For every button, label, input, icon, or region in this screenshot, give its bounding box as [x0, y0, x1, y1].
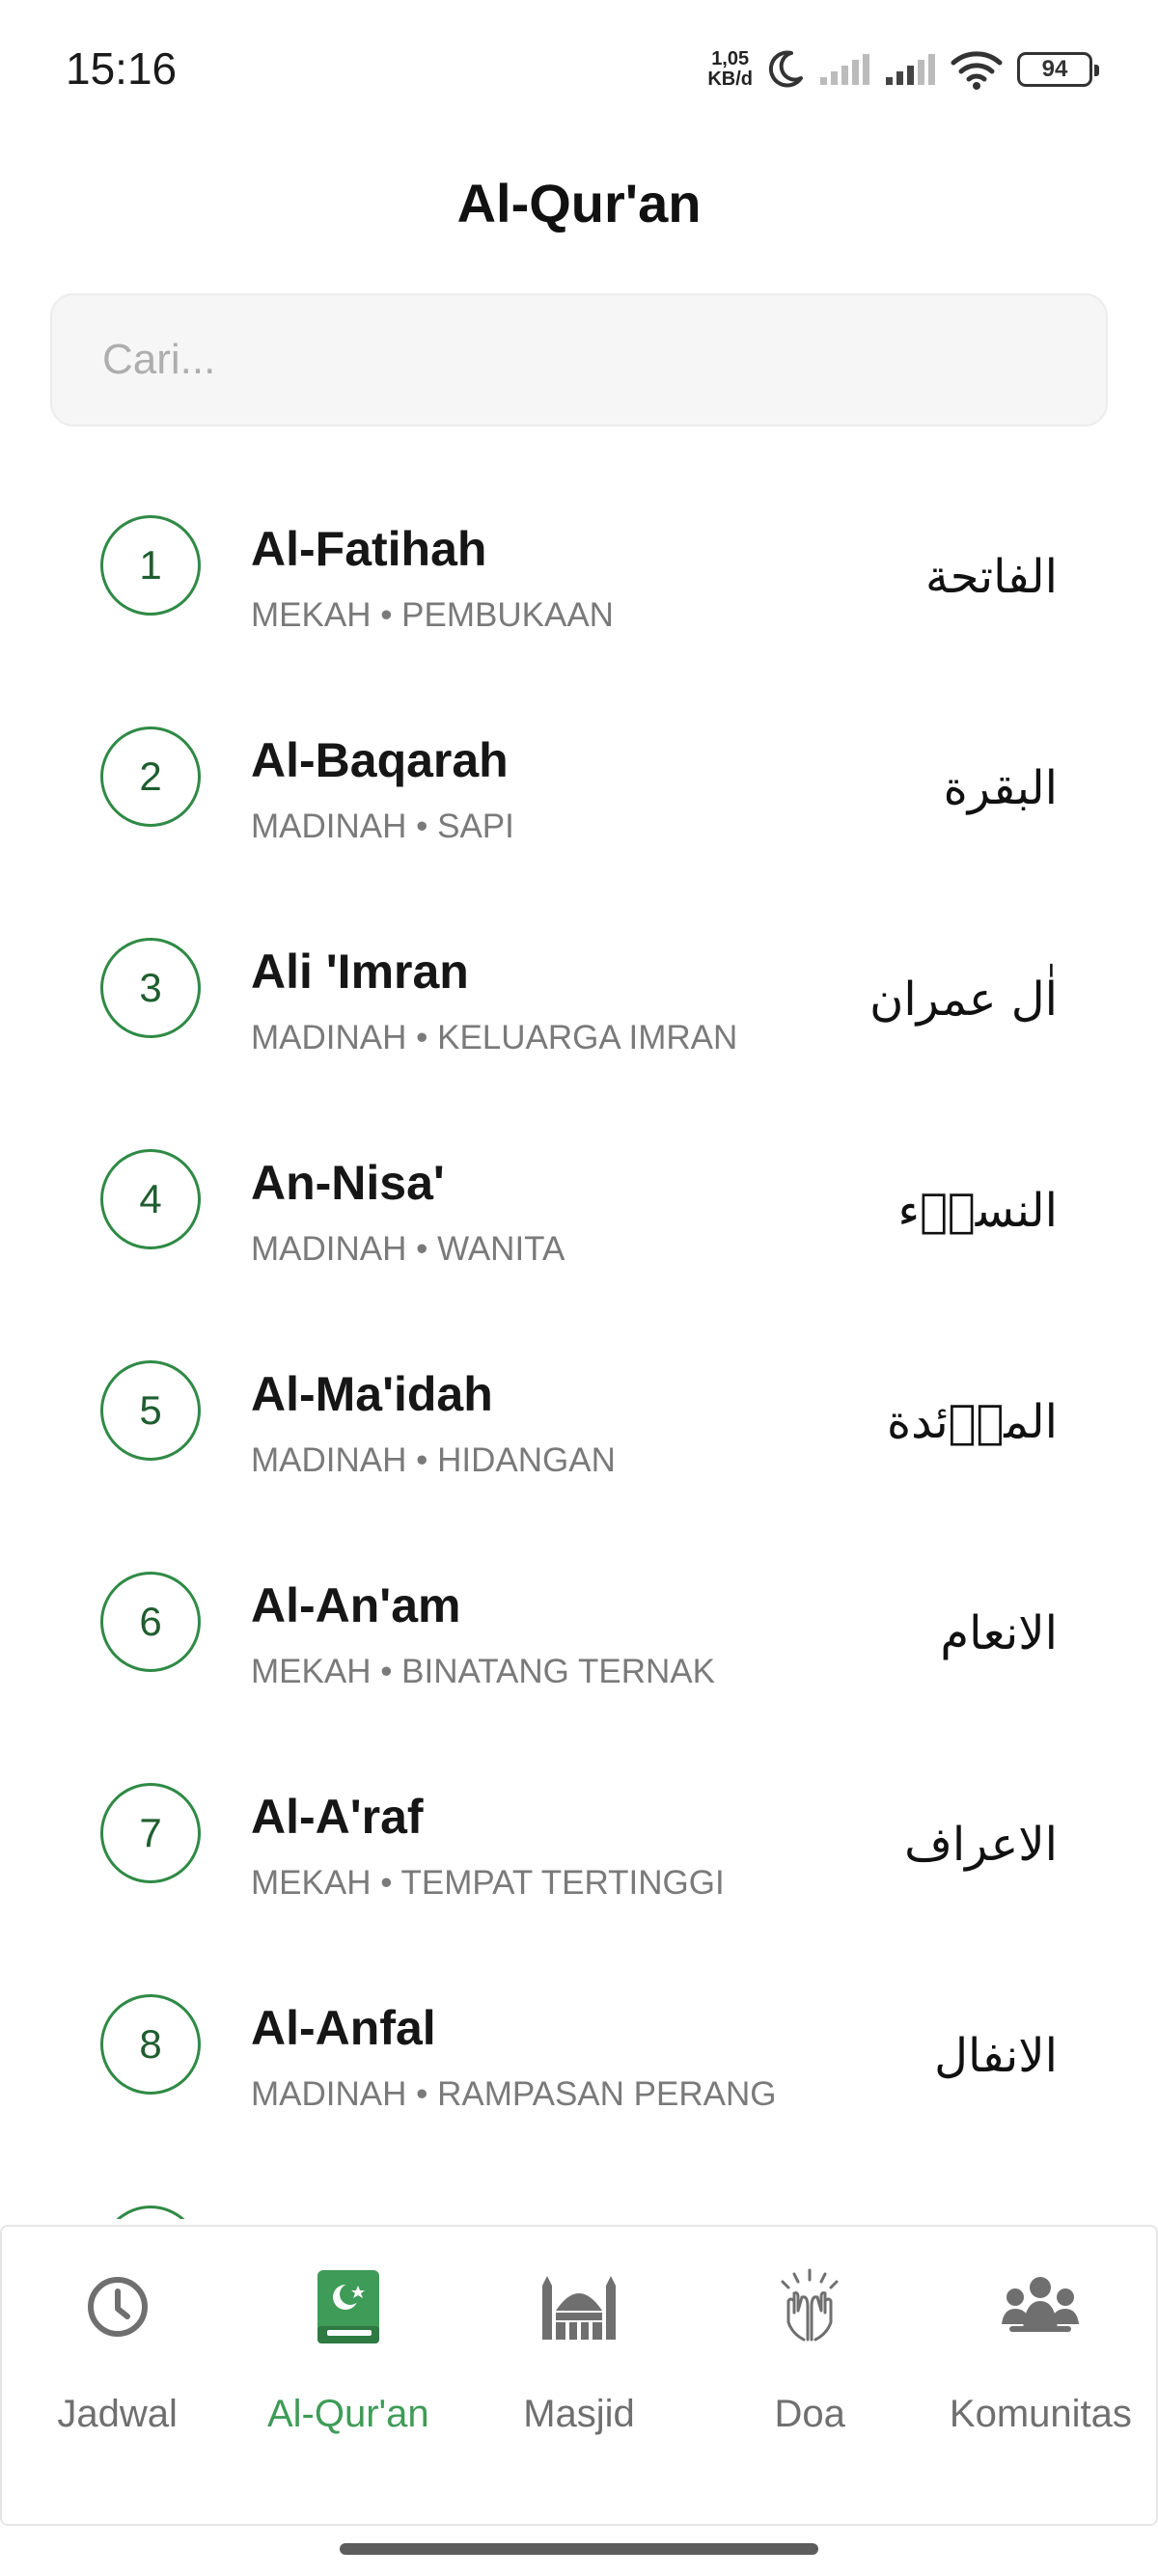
nav-label: Al-Qur'an [266, 2393, 429, 2435]
battery-indicator: 94 [1017, 52, 1099, 87]
surah-arabic-name: الفاتحة [925, 550, 1058, 604]
mosque-icon [536, 2263, 622, 2350]
nav-item-al-quran[interactable]: Al-Qur'an [233, 2227, 463, 2524]
list-item[interactable]: 8 Al-Anfal MADINAH • RAMPASAN PERANG الا… [0, 1961, 1158, 2173]
status-bar: 15:16 1,05 KB/d 94 [0, 0, 1158, 135]
surah-list[interactable]: 1 Al-Fatihah MEKAH • PEMBUKAAN الفاتحة 2… [0, 482, 1158, 2219]
network-speed-unit: KB/d [707, 69, 753, 90]
surah-number-badge: 5 [100, 1360, 201, 1461]
nav-label: Komunitas [949, 2393, 1132, 2435]
list-item[interactable]: 3 Ali 'Imran MADINAH • KELUARGA IMRAN اٰ… [0, 905, 1158, 1116]
wifi-icon [950, 49, 1004, 90]
nav-label: Doa [774, 2393, 845, 2435]
surah-meta: MEKAH • PEMBUKAAN [251, 596, 614, 634]
surah-name: At-Taubah [251, 2211, 485, 2219]
nav-item-doa[interactable]: Doa [695, 2227, 925, 2524]
surah-number-badge: 6 [100, 1572, 201, 1672]
surah-name: Al-An'am [251, 1578, 461, 1632]
status-time: 15:16 [66, 43, 178, 94]
surah-name: An-Nisa' [251, 1156, 445, 1210]
search-input[interactable] [52, 295, 1106, 425]
bottom-nav: Jadwal Al-Qur'an Masjid Doa Komunitas [0, 2225, 1158, 2526]
surah-number-badge: 1 [100, 515, 201, 616]
nav-label: Masjid [523, 2393, 635, 2435]
nav-item-komunitas[interactable]: Komunitas [925, 2227, 1156, 2524]
surah-name: Al-Fatihah [251, 522, 487, 576]
surah-arabic-name: الانفال [934, 2029, 1058, 2083]
surah-arabic-name: الاعراف [904, 1818, 1058, 1872]
list-item[interactable]: 9 At-Taubah [0, 2173, 1158, 2219]
surah-meta: MADINAH • HIDANGAN [251, 1441, 616, 1479]
surah-meta: MEKAH • TEMPAT TERTINGGI [251, 1864, 725, 1902]
surah-name: Ali 'Imran [251, 945, 469, 999]
surah-name: Al-A'raf [251, 1790, 424, 1844]
surah-name: Al-Ma'idah [251, 1367, 493, 1421]
network-speed-value: 1,05 [711, 48, 750, 69]
surah-number-badge: 7 [100, 1783, 201, 1883]
surah-arabic-name: اٰل عمران [869, 973, 1058, 1027]
nav-item-jadwal[interactable]: Jadwal [2, 2227, 233, 2524]
list-item[interactable]: 6 Al-An'am MEKAH • BINATANG TERNAK الانع… [0, 1539, 1158, 1750]
search-box [50, 293, 1108, 426]
surah-meta: MADINAH • SAPI [251, 808, 514, 845]
nav-label: Jadwal [57, 2393, 178, 2435]
page-title: Al-Qur'an [456, 173, 702, 233]
surah-number-badge: 4 [100, 1149, 201, 1249]
community-icon [997, 2263, 1084, 2350]
list-item[interactable]: 2 Al-Baqarah MADINAH • SAPI البقرة [0, 694, 1158, 905]
surah-meta: MEKAH • BINATANG TERNAK [251, 1653, 715, 1690]
surah-number-badge: 8 [100, 1994, 201, 2095]
signal-icon-2 [884, 52, 936, 87]
surah-arabic-name: البقرة [943, 761, 1058, 815]
moon-icon [766, 49, 805, 90]
surah-number-badge: 9 [100, 2206, 201, 2219]
surah-meta: MADINAH • WANITA [251, 1230, 565, 1268]
status-icons: 1,05 KB/d 94 [707, 44, 1099, 95]
surah-arabic-name: الماۤئدة [886, 1395, 1058, 1449]
network-speed: 1,05 KB/d [707, 49, 753, 90]
list-item[interactable]: 1 Al-Fatihah MEKAH • PEMBUKAAN الفاتحة [0, 482, 1158, 694]
nav-item-masjid[interactable]: Masjid [463, 2227, 694, 2524]
list-item[interactable]: 4 An-Nisa' MADINAH • WANITA النساۤء [0, 1116, 1158, 1328]
surah-name: Al-Anfal [251, 2001, 436, 2055]
clock-icon [74, 2263, 161, 2350]
surah-arabic-name: النساۤء [897, 1184, 1058, 1238]
praying-hands-icon [766, 2263, 853, 2350]
home-indicator[interactable] [340, 2543, 818, 2555]
surah-meta: MADINAH • RAMPASAN PERANG [251, 2075, 777, 2113]
list-item[interactable]: 7 Al-A'raf MEKAH • TEMPAT TERTINGGI الاع… [0, 1750, 1158, 1961]
quran-book-icon [305, 2263, 392, 2350]
surah-arabic-name: الانعام [940, 1606, 1058, 1660]
signal-icon [818, 52, 870, 87]
surah-number-badge: 3 [100, 938, 201, 1038]
list-item[interactable]: 5 Al-Ma'idah MADINAH • HIDANGAN الماۤئدة [0, 1328, 1158, 1539]
surah-number-badge: 2 [100, 726, 201, 827]
surah-name: Al-Baqarah [251, 733, 509, 787]
surah-meta: MADINAH • KELUARGA IMRAN [251, 1019, 738, 1056]
